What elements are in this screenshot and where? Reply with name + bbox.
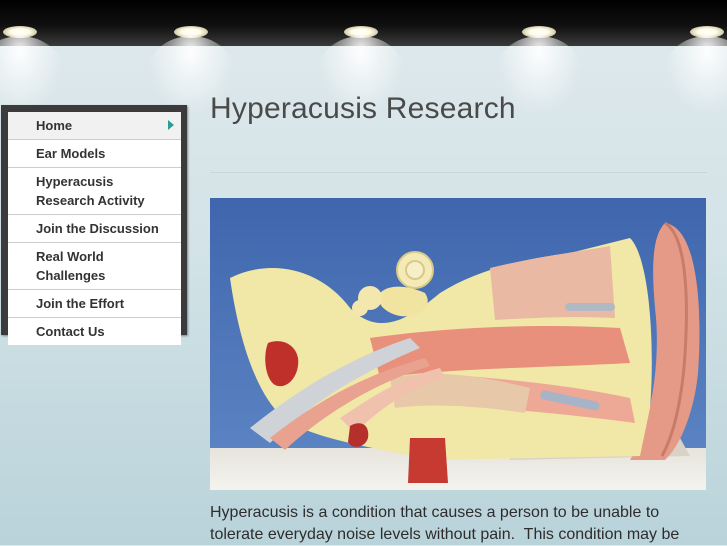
ear-model-illustration (210, 198, 706, 490)
light-glow (0, 36, 65, 116)
nav-item-label: Real World Challenges (36, 249, 106, 283)
nav-item-label: Hyperacusis Research Activity (36, 174, 145, 208)
nav-item-label: Join the Effort (36, 296, 125, 311)
nav-item-home[interactable]: Home (8, 112, 181, 140)
light-glow (662, 36, 727, 116)
nav-item-label: Home (36, 118, 73, 133)
page-title: Hyperacusis Research (210, 92, 516, 125)
title-divider (210, 172, 707, 173)
nav-item-real-world-challenges[interactable]: Real World Challenges (8, 243, 181, 290)
sidebar-navigation: Home Ear Models Hyperacusis Research Act… (1, 105, 187, 345)
nav-item-label: Join the Discussion (36, 221, 159, 236)
nav-item-join-discussion[interactable]: Join the Discussion (8, 215, 181, 243)
chevron-right-icon (168, 120, 174, 130)
nav-item-join-effort[interactable]: Join the Effort (8, 290, 181, 318)
nav-item-contact-us[interactable]: Contact Us (8, 318, 181, 345)
ear-model-photo (210, 198, 706, 490)
nav-item-label: Contact Us (36, 324, 105, 339)
nav-item-research-activity[interactable]: Hyperacusis Research Activity (8, 168, 181, 215)
intro-paragraph: Hyperacusis is a condition that causes a… (210, 504, 680, 543)
nav-item-ear-models[interactable]: Ear Models (8, 140, 181, 168)
nav-list: Home Ear Models Hyperacusis Research Act… (8, 112, 181, 345)
nav-item-label: Ear Models (36, 146, 106, 161)
